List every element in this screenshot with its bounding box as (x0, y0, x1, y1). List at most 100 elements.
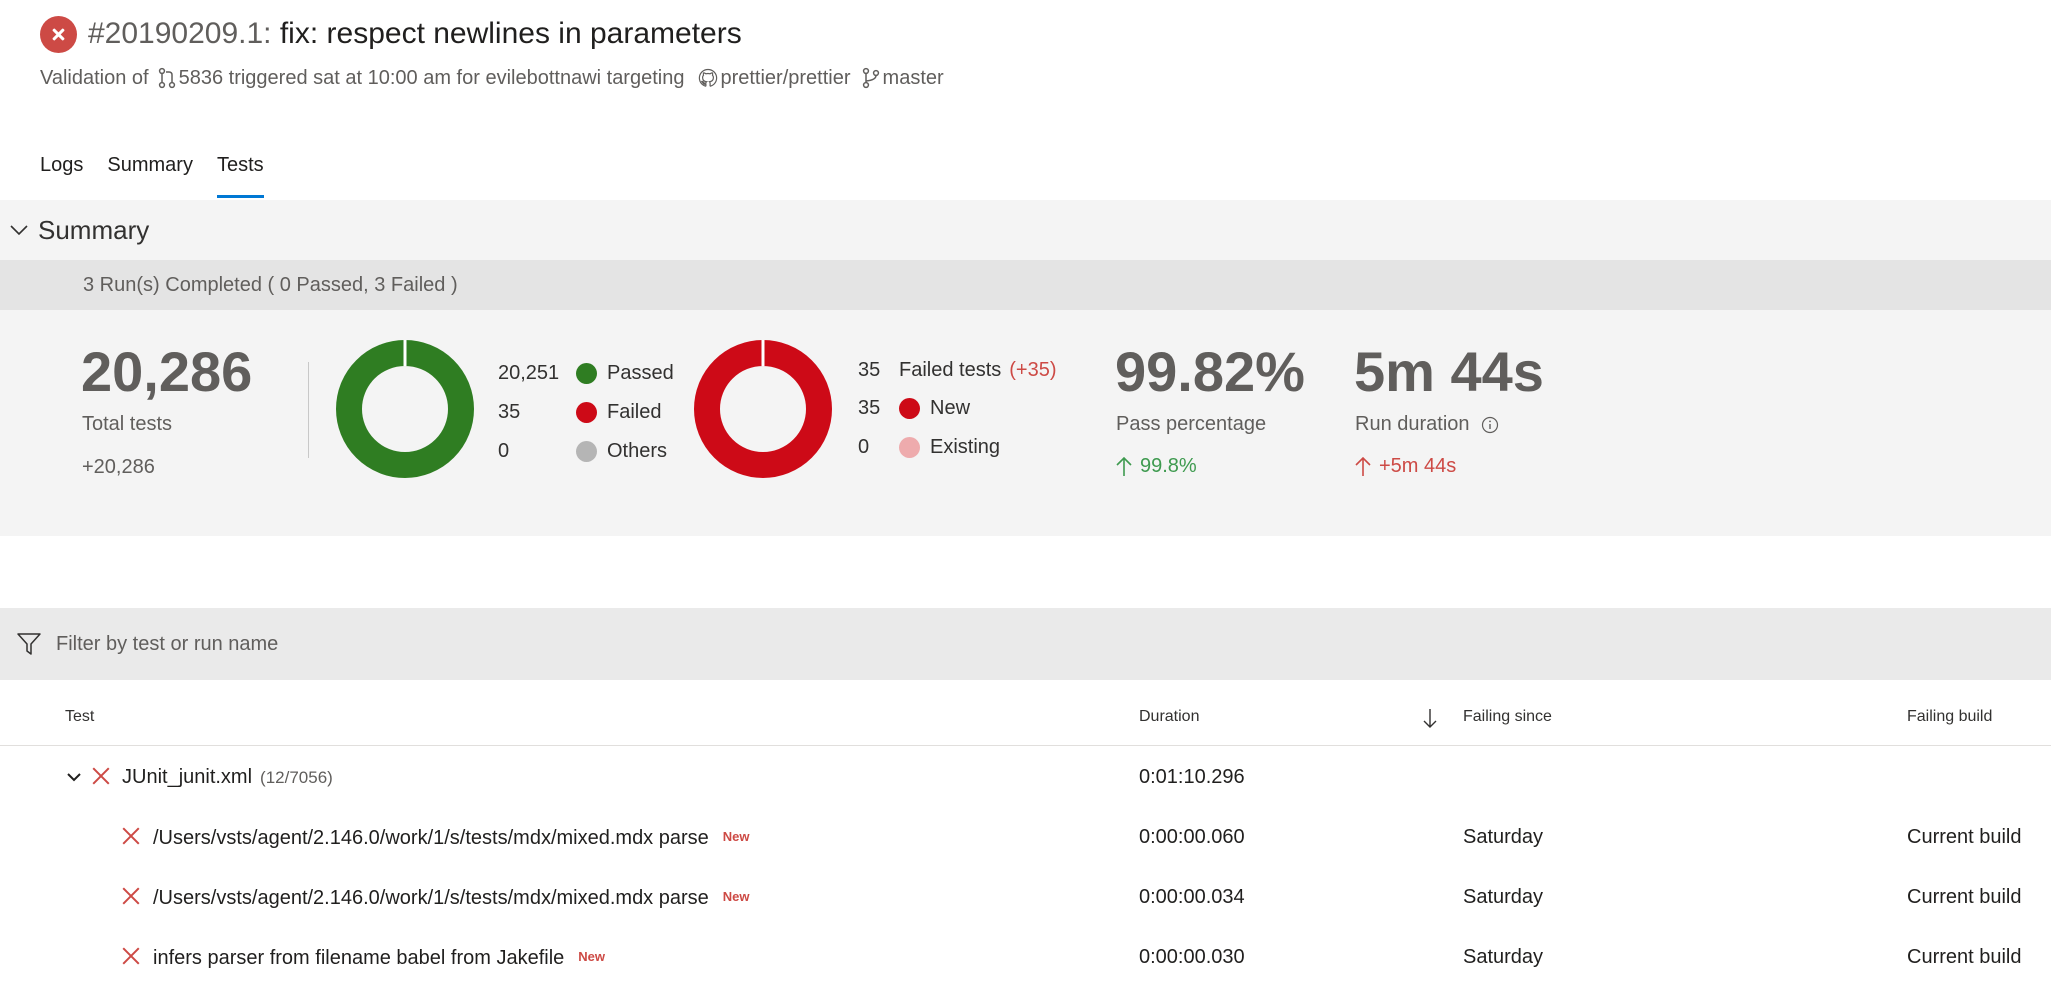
table-row[interactable]: infers parser from filename babel from J… (0, 927, 2051, 987)
legend-failed-count: 35 (498, 401, 521, 423)
failed-tests-delta: (+35) (1009, 359, 1057, 381)
chevron-down-icon[interactable] (66, 769, 82, 785)
failing-since: Saturday (1463, 886, 1544, 908)
legend-passed: 20,251 Passed (498, 360, 674, 386)
failed-tests-count: 35 (858, 359, 881, 381)
failed-x-icon (122, 827, 140, 845)
table-row[interactable]: /Users/vsts/agent/2.146.0/work/1/s/tests… (0, 867, 2051, 927)
build-id: #20190209.1: (88, 17, 272, 50)
legend-failed-tests: 35 Failed tests (+35) (858, 357, 1057, 383)
failed-tests-donut-chart (694, 340, 832, 478)
legend-failed: 35 Failed (498, 399, 661, 425)
tab-logs[interactable]: Logs (40, 148, 83, 200)
legend-passed-count: 20,251 (498, 362, 560, 384)
test-name: infers parser from filename babel from J… (153, 947, 565, 969)
tab-tests[interactable]: Tests (216, 148, 264, 200)
run-duration-label: Run duration (1355, 413, 1470, 435)
failed-x-icon (122, 887, 140, 905)
sort-descending-icon[interactable] (1422, 708, 1438, 728)
total-tests-label: Total tests (82, 413, 173, 435)
run-duration-value: 5m 44s (1354, 340, 1544, 403)
test-duration: 0:00:00.060 (1139, 826, 1245, 848)
stats-divider (308, 362, 309, 458)
pr-trigger-text[interactable]: 5836 triggered sat at 10:00 am for evile… (179, 62, 685, 94)
info-icon[interactable] (1481, 416, 1499, 434)
arrow-up-icon (1116, 456, 1132, 476)
legend-existing-dot (899, 436, 920, 458)
group-name: JUnit_junit.xml (122, 766, 253, 788)
column-header-failing-since[interactable]: Failing since (1463, 700, 1552, 734)
validation-text: Validation of (40, 67, 149, 89)
legend-failed-dot (576, 401, 597, 423)
run-duration-delta: +5m 44s (1355, 453, 1456, 479)
failing-build: Current build (1907, 826, 2022, 848)
repo-link[interactable]: prettier/prettier (720, 62, 850, 94)
failing-build: Current build (1907, 886, 2022, 908)
chevron-down-icon[interactable] (8, 219, 30, 241)
branch-icon (862, 67, 879, 89)
legend-existing-count: 0 (858, 436, 870, 458)
legend-passed-label: Passed (607, 362, 674, 384)
run-delta-value: +5m 44s (1379, 455, 1457, 477)
summary-section-header[interactable]: Summary (0, 200, 2051, 260)
legend-passed-dot (576, 362, 597, 384)
test-name: /Users/vsts/agent/2.146.0/work/1/s/tests… (153, 887, 709, 909)
pass-delta-value: 99.8% (1140, 455, 1197, 477)
table-row[interactable]: /Users/vsts/agent/2.146.0/work/1/s/tests… (0, 807, 2051, 867)
build-subtitle: Validation of 5836 triggered sat at 10:0… (40, 62, 2011, 94)
runs-completed-text: 3 Run(s) Completed ( 0 Passed, 3 Failed … (83, 274, 458, 296)
filter-input[interactable]: Filter by test or run name (56, 633, 278, 656)
legend-new: 35 New (858, 395, 970, 421)
pass-percentage-delta: 99.8% (1116, 453, 1197, 479)
build-message: fix: respect newlines in parameters (271, 17, 742, 50)
legend-existing: 0 Existing (858, 434, 1000, 460)
test-name-cell: /Users/vsts/agent/2.146.0/work/1/s/tests… (153, 807, 750, 868)
failing-since: Saturday (1463, 826, 1544, 848)
failed-x-icon (122, 947, 140, 965)
failed-status-icon (40, 15, 77, 53)
group-count: (12/7056) (260, 768, 333, 787)
legend-existing-label: Existing (930, 436, 1001, 458)
table-header: Test Duration Failing since Failing buil… (0, 700, 2051, 746)
column-header-failing-build[interactable]: Failing build (1907, 700, 1992, 734)
column-header-duration[interactable]: Duration (1139, 700, 1199, 734)
github-icon (699, 68, 718, 87)
failed-x-icon (92, 767, 110, 785)
legend-others-label: Others (607, 440, 668, 462)
failing-build: Current build (1907, 946, 2022, 968)
legend-new-count: 35 (858, 397, 881, 419)
column-header-test[interactable]: Test (65, 700, 94, 734)
new-badge: New (722, 829, 750, 844)
pull-request-icon (158, 67, 175, 89)
pass-percentage-label: Pass percentage (1116, 413, 1267, 435)
pass-percentage-value: 99.82% (1115, 340, 1305, 403)
total-tests-value: 20,286 (81, 340, 253, 403)
total-tests-delta: +20,286 (82, 456, 155, 478)
test-name: /Users/vsts/agent/2.146.0/work/1/s/tests… (153, 827, 709, 849)
new-badge: New (578, 949, 606, 964)
summary-title: Summary (38, 214, 150, 245)
build-header: #20190209.1: fix: respect newlines in pa… (40, 14, 2011, 104)
new-badge: New (722, 889, 750, 904)
branch-link[interactable]: master (883, 62, 944, 94)
test-name-cell: /Users/vsts/agent/2.146.0/work/1/s/tests… (153, 867, 750, 928)
failed-tests-label: Failed tests (899, 359, 1002, 381)
tab-summary[interactable]: Summary (107, 148, 193, 200)
group-name-cell: JUnit_junit.xml (12/7056) (122, 747, 333, 808)
filter-bar[interactable]: Filter by test or run name (0, 608, 2051, 680)
donut-slice-new (694, 340, 832, 478)
filter-icon (17, 633, 41, 655)
group-duration: 0:01:10.296 (1139, 766, 1245, 788)
legend-new-label: New (930, 397, 971, 419)
legend-others: 0 Others (498, 438, 667, 464)
tab-bar: Logs Summary Tests (40, 148, 264, 200)
failing-since: Saturday (1463, 946, 1544, 968)
table-group-row[interactable]: JUnit_junit.xml (12/7056) 0:01:10.296 (0, 747, 2051, 807)
test-duration: 0:00:00.034 (1139, 886, 1245, 908)
legend-others-dot (576, 440, 597, 462)
legend-others-count: 0 (498, 440, 510, 462)
test-duration: 0:00:00.030 (1139, 946, 1245, 968)
page-title: #20190209.1: fix: respect newlines in pa… (88, 14, 742, 54)
arrow-up-icon (1355, 456, 1371, 476)
run-duration-label-row: Run duration (1355, 411, 1499, 437)
